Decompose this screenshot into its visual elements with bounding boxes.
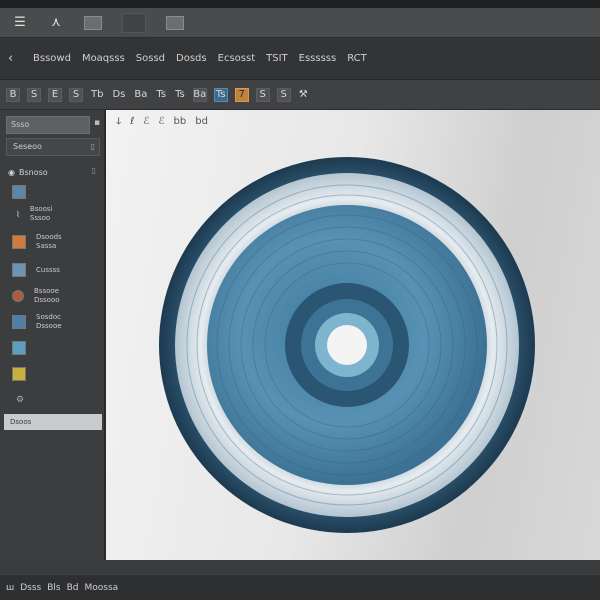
document-icon[interactable] [84, 15, 102, 30]
layer-item[interactable]: Cussss [6, 260, 100, 280]
settings-icon[interactable]: ⚙ [16, 395, 24, 405]
layer-thumbnail [12, 315, 26, 329]
canvas-toolbar: ↆ ℓ ℰ ℰ bb bd [116, 116, 208, 127]
eye-icon[interactable]: ◉ [8, 168, 15, 177]
layer-item[interactable]: ⚙ [6, 390, 100, 410]
layer-label: Bssooe Dssooo [34, 287, 60, 304]
layer-item[interactable] [6, 182, 100, 202]
tool-button[interactable]: B [6, 87, 20, 102]
canvas-tool[interactable]: ℓ [130, 116, 134, 127]
tool-button[interactable]: Ts [213, 87, 228, 102]
tool-button[interactable]: Ts [155, 88, 167, 102]
layer-item[interactable]: Bssooe Dssooo [6, 286, 100, 306]
status-icon: ш [6, 582, 15, 593]
menu-item[interactable]: Dosds [174, 51, 209, 66]
menu-item[interactable]: Bssowd [31, 51, 73, 66]
title-bar: ☰ ⋏ [0, 8, 600, 38]
tool-button[interactable]: S [69, 87, 83, 102]
person-icon[interactable]: ⋏ [48, 15, 64, 31]
tool-button[interactable]: S [27, 87, 41, 102]
status-text: Dsss [20, 582, 42, 593]
tool-button[interactable]: Ba [133, 88, 148, 102]
layer-thumbnail [12, 367, 26, 381]
status-text: Bls [47, 582, 61, 593]
monitor-icon[interactable] [122, 12, 146, 33]
layer-thumbnail [12, 341, 26, 355]
canvas-tool[interactable]: bb [174, 116, 187, 127]
sidebar-search-input[interactable]: Ssso [6, 116, 90, 134]
canvas-tool[interactable]: ℰ [143, 116, 149, 127]
menu-item[interactable]: TSIT [264, 51, 290, 66]
layer-thumbnail [12, 263, 26, 277]
sidebar-field[interactable]: Seseoo ▯ [6, 138, 100, 156]
menu-item[interactable]: Sossd [134, 51, 167, 66]
layer-thumbnail [12, 235, 26, 249]
window-icon[interactable] [166, 15, 184, 30]
menu-item[interactable]: Ecsosst [216, 51, 258, 66]
canvas-tool[interactable]: ↆ [116, 116, 121, 127]
menu-item[interactable]: RCT [345, 51, 369, 66]
canvas-tool[interactable]: bd [195, 116, 208, 127]
layer-label: Bsoosi Sssoo [29, 205, 53, 222]
wrench-icon[interactable]: ⚒ [298, 88, 309, 102]
layer-item[interactable]: Sosdoc Dssooe [6, 312, 100, 332]
status-bar: ш Dsss Bls Bd Moossa [0, 574, 600, 600]
canvas-tool[interactable]: ℰ [158, 116, 164, 127]
sidebar-selected-item[interactable]: Dsoos [4, 414, 102, 430]
tool-button[interactable]: Ba [192, 87, 207, 102]
layer-item[interactable]: Dsoods Sassa [6, 232, 100, 252]
window-top-strip [0, 0, 600, 8]
layer-item[interactable] [6, 338, 100, 358]
disc-graphic[interactable] [154, 152, 544, 542]
disc-center-hole [327, 325, 367, 365]
back-icon[interactable]: ‹ [8, 51, 24, 66]
list-icon[interactable]: ☰ [12, 15, 28, 31]
tool-button[interactable]: Ds [111, 88, 126, 102]
layer-label: Sosdoc Dssooe [36, 313, 62, 330]
layers-sidebar: Ssso ▪ Seseoo ▯ ◉ Bsnoso ▯ ⌇ Bsoosi Ssso… [0, 110, 106, 572]
tool-button[interactable]: S [255, 87, 270, 102]
canvas-area[interactable]: ↆ ℓ ℰ ℰ bb bd [106, 110, 600, 560]
tool-button[interactable]: S [276, 87, 291, 102]
menu-item[interactable]: Moaqsss [80, 51, 127, 66]
horizontal-scroll-track[interactable] [0, 560, 600, 574]
menu-item[interactable]: Essssss [297, 51, 339, 66]
tool-button[interactable]: E [48, 87, 62, 102]
status-text: Bd [66, 582, 79, 593]
sidebar-section-label: Bsnoso [18, 167, 48, 177]
sidebar-field-label: Seseoo [13, 142, 42, 151]
tool-bar: B S E S Tb Ds Ba Ts Ts Ba Ts 7 S S ⚒ [0, 80, 600, 110]
sidebar-section-header[interactable]: ◉ Bsnoso ▯ [6, 164, 100, 180]
tool-button[interactable]: Ts [174, 88, 186, 102]
close-icon[interactable]: ▪ [94, 118, 100, 128]
tool-button-active[interactable]: 7 [234, 87, 249, 102]
layer-item[interactable]: ⌇ Bsoosi Sssoo [6, 204, 100, 224]
link-icon: ⌇ [16, 209, 20, 219]
layer-item[interactable] [6, 364, 100, 384]
layer-label: Dsoods Sassa [36, 233, 62, 250]
chevron-down-icon[interactable]: ▯ [92, 166, 96, 175]
layer-label: Cussss [36, 265, 60, 274]
layer-thumbnail [12, 185, 26, 199]
tool-button[interactable]: Tb [90, 88, 104, 102]
status-text: Moossa [84, 582, 119, 593]
layer-thumbnail [12, 290, 24, 302]
menu-bar: ‹ Bssowd Moaqsss Sossd Dosds Ecsosst TSI… [0, 38, 600, 80]
lock-icon[interactable]: ▯ [91, 142, 95, 151]
